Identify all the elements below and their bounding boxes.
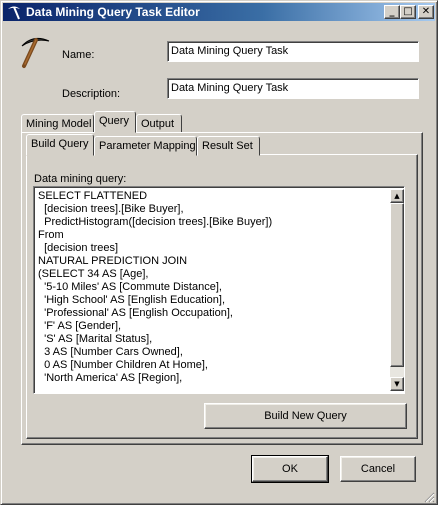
pickaxe-icon — [21, 37, 50, 68]
window-title: Data Mining Query Task Editor — [26, 5, 200, 19]
resize-grip-icon[interactable] — [423, 491, 435, 503]
description-label: Description: — [62, 88, 121, 100]
ok-button[interactable]: OK — [251, 455, 329, 483]
tab-build-query[interactable]: Build Query — [26, 134, 94, 156]
build-new-query-button[interactable]: Build New Query — [204, 403, 407, 429]
query-text[interactable]: SELECT FLATTENED [decision trees].[Bike … — [38, 190, 388, 390]
scroll-up-icon[interactable]: ▲ — [390, 189, 404, 203]
tab-output[interactable]: Output — [136, 114, 182, 134]
tab-mining-model[interactable]: Mining Model — [21, 114, 94, 134]
close-button[interactable]: ✕ — [418, 5, 434, 19]
query-editor[interactable]: SELECT FLATTENED [decision trees].[Bike … — [33, 186, 405, 394]
title-bar[interactable]: Data Mining Query Task Editor _ □ ✕ — [3, 3, 435, 21]
name-field[interactable]: Data Mining Query Task — [167, 41, 419, 62]
tab-parameter-mapping[interactable]: Parameter Mapping — [94, 136, 197, 156]
cancel-button[interactable]: Cancel — [340, 456, 416, 482]
query-label: Data mining query: — [34, 173, 127, 185]
dialog-window: Data Mining Query Task Editor _ □ ✕ Name… — [0, 0, 438, 505]
maximize-button[interactable]: □ — [400, 5, 416, 19]
tab-result-set[interactable]: Result Set — [197, 136, 260, 156]
tab-query[interactable]: Query — [94, 111, 136, 133]
pickaxe-icon — [8, 6, 20, 20]
scroll-down-icon[interactable]: ▼ — [390, 377, 404, 391]
description-field[interactable]: Data Mining Query Task — [167, 78, 419, 99]
scroll-thumb[interactable] — [390, 203, 404, 367]
vertical-scrollbar[interactable]: ▲ ▼ — [390, 189, 404, 391]
name-label: Name: — [62, 49, 95, 61]
minimize-button[interactable]: _ — [384, 5, 400, 19]
